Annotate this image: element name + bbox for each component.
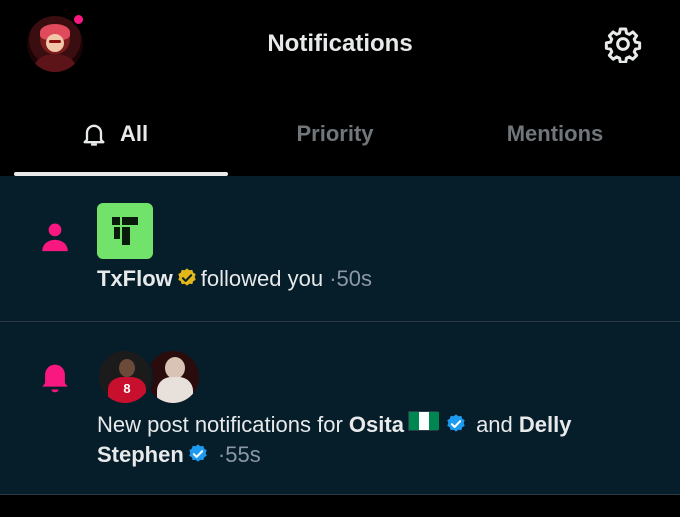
prefix-text: New post notifications for xyxy=(97,412,343,437)
timestamp: 50s xyxy=(336,266,373,291)
gear-icon[interactable] xyxy=(604,25,642,63)
tab-priority[interactable]: Priority xyxy=(228,92,442,176)
top-header: Notifications xyxy=(0,0,680,92)
separator: · xyxy=(329,266,337,291)
actor2-name-part1[interactable]: Delly xyxy=(519,412,572,437)
action-text: followed you xyxy=(200,266,324,291)
conjunction: and xyxy=(476,412,513,437)
tab-mentions-label: Mentions xyxy=(506,121,604,146)
bell-outline-icon xyxy=(83,124,105,146)
bell-icon xyxy=(42,364,68,393)
actor-name[interactable]: TxFlow xyxy=(97,266,173,291)
notification-follow-text: TxFlow followed you ·50s xyxy=(97,264,372,294)
verified-blue-badge-icon xyxy=(189,444,207,462)
verified-gold-badge-icon xyxy=(178,268,196,286)
actor1-name[interactable]: Osita xyxy=(349,412,404,437)
osita-avatar[interactable]: 8 xyxy=(97,349,153,405)
actor2-name-part2[interactable]: Stephen xyxy=(97,442,184,467)
notification-feed: TxFlow followed you ·50s 8 New post notif… xyxy=(0,176,680,517)
notification-follow[interactable]: TxFlow followed you ·50s xyxy=(0,176,680,321)
person-icon xyxy=(42,223,68,252)
tab-all-label: All xyxy=(119,121,149,146)
notification-new-post-text-line2: Stephen ·55s xyxy=(97,440,261,470)
timestamp: 55s xyxy=(225,442,261,467)
nigeria-flag-icon xyxy=(407,411,439,431)
tab-mentions[interactable]: Mentions xyxy=(442,92,668,176)
txflow-avatar[interactable] xyxy=(97,203,153,259)
verified-blue-badge-icon xyxy=(447,414,465,432)
page-title: Notifications xyxy=(267,30,413,57)
notification-new-post-text-line1: New post notifications for Osita and Del… xyxy=(97,410,572,440)
unread-dot-indicator xyxy=(72,13,85,26)
tab-all[interactable]: All xyxy=(0,92,228,176)
delly-stephen-avatar[interactable] xyxy=(145,349,201,405)
tab-priority-label: Priority xyxy=(296,121,374,146)
next-row-peek xyxy=(0,495,680,517)
notification-tabs: All Priority Mentions xyxy=(0,92,680,176)
